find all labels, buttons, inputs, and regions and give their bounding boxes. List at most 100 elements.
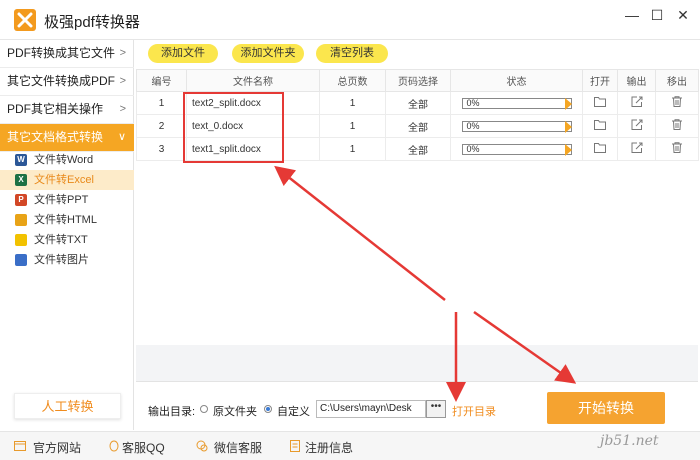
subitem-label: 文件转图片	[34, 254, 89, 266]
row-pages: 1	[319, 114, 386, 138]
radio-custom[interactable]	[264, 405, 272, 413]
column-header-page-range: 页码选择	[385, 69, 451, 92]
manual-convert-button[interactable]: 人工转换	[14, 393, 121, 419]
remove-cell[interactable]	[655, 91, 699, 115]
output-dir-label: 输出目录:	[148, 406, 196, 418]
progress-label: 0%	[466, 120, 480, 131]
row-number: 3	[136, 137, 187, 161]
subitem-label: 文件转PPT	[34, 194, 89, 206]
subitem-label: 文件转HTML	[34, 214, 97, 226]
title-bar: 极强pdf转换器 — ☐ ✕	[0, 0, 700, 40]
column-header-open: 打开	[582, 69, 618, 92]
sidebar: PDF转换成其它文件 > 其它文件转换成PDF > PDF其它相关操作 > 其它…	[0, 40, 134, 430]
subitem-to-word[interactable]: W 文件转Word	[0, 150, 134, 170]
browse-button[interactable]: •••	[426, 400, 446, 418]
column-header-output: 输出	[617, 69, 656, 92]
remove-cell[interactable]	[655, 137, 699, 161]
sidebar-item-label: 其它文档格式转换	[7, 130, 104, 144]
add-folder-button[interactable]: 添加文件夹	[232, 44, 304, 63]
output-settings-bar: 输出目录: 原文件夹 自定义 C:\Users\mayn\Desk ••• 打开…	[136, 381, 698, 431]
register-icon	[290, 440, 300, 452]
open-cell[interactable]	[582, 91, 618, 115]
remove-cell[interactable]	[655, 114, 699, 138]
maximize-button[interactable]: ☐	[646, 6, 668, 24]
row-page-range[interactable]: 全部	[385, 91, 451, 115]
trash-icon[interactable]	[671, 119, 683, 130]
row-number: 2	[136, 114, 187, 138]
subitem-label: 文件转Excel	[34, 174, 94, 186]
filename-highlight-box	[183, 92, 284, 163]
row-page-range[interactable]: 全部	[385, 137, 451, 161]
row-status: 0%	[450, 137, 583, 161]
footer-register-info[interactable]: 注册信息	[305, 439, 353, 456]
subitem-label: 文件转TXT	[34, 234, 88, 246]
row-status: 0%	[450, 114, 583, 138]
output-cell[interactable]	[617, 91, 656, 115]
footer-bar: 官方网站 客服QQ 微信客服 注册信息	[0, 431, 700, 460]
column-header-filename: 文件名称	[186, 69, 320, 92]
chevron-right-icon: >	[119, 47, 126, 59]
radio-custom-label[interactable]: 自定义	[277, 403, 310, 419]
column-header-remove: 移出	[655, 69, 699, 92]
sidebar-item-pdf-to-other[interactable]: PDF转换成其它文件 >	[0, 40, 134, 68]
output-cell[interactable]	[617, 114, 656, 138]
arrow-to-filenames	[274, 165, 446, 301]
output-path-field[interactable]: C:\Users\mayn\Desk	[316, 400, 426, 418]
folder-icon[interactable]	[594, 96, 606, 107]
subitem-to-ppt[interactable]: P 文件转PPT	[0, 190, 134, 210]
export-icon[interactable]	[631, 96, 643, 107]
wechat-icon	[196, 440, 208, 452]
footer-wechat-support[interactable]: 微信客服	[214, 439, 262, 456]
trash-icon[interactable]	[671, 142, 683, 153]
row-number: 1	[136, 91, 187, 115]
progress-bar: 0%	[461, 120, 572, 133]
play-triangle-icon	[564, 143, 572, 156]
image-icon	[15, 254, 27, 266]
open-cell[interactable]	[582, 137, 618, 161]
output-cell[interactable]	[617, 137, 656, 161]
radio-source-folder-label[interactable]: 原文件夹	[213, 403, 257, 419]
table-header-row: 编号 文件名称 总页数 页码选择 状态 打开 输出 移出	[136, 69, 699, 92]
excel-icon: X	[15, 174, 27, 186]
open-cell[interactable]	[582, 114, 618, 138]
row-status: 0%	[450, 91, 583, 115]
play-triangle-icon	[564, 120, 572, 133]
sidebar-item-label: PDF其它相关操作	[7, 102, 104, 116]
folder-icon[interactable]	[594, 142, 606, 153]
folder-icon[interactable]	[594, 119, 606, 130]
sidebar-item-pdf-operations[interactable]: PDF其它相关操作 >	[0, 96, 134, 124]
clear-list-button[interactable]: 清空列表	[316, 44, 388, 63]
export-icon[interactable]	[631, 142, 643, 153]
play-triangle-icon	[564, 97, 572, 110]
chevron-down-icon: ∨	[117, 131, 126, 143]
start-convert-button[interactable]: 开始转换	[547, 392, 665, 424]
progress-bar: 0%	[461, 143, 572, 156]
subitem-to-html[interactable]: 文件转HTML	[0, 210, 134, 230]
footer-qq-support[interactable]: 客服QQ	[122, 439, 165, 456]
subitem-label: 文件转Word	[34, 154, 94, 166]
subitem-to-excel[interactable]: X 文件转Excel	[0, 170, 134, 190]
txt-icon	[15, 234, 27, 246]
file-list-empty-area	[136, 345, 698, 381]
sidebar-item-other-formats[interactable]: 其它文档格式转换 ∨	[0, 124, 134, 152]
qq-icon	[109, 440, 119, 452]
column-header-status: 状态	[450, 69, 583, 92]
chevron-right-icon: >	[119, 103, 126, 115]
row-page-range[interactable]: 全部	[385, 114, 451, 138]
ppt-icon: P	[15, 194, 27, 206]
sidebar-item-other-to-pdf[interactable]: 其它文件转换成PDF >	[0, 68, 134, 96]
minimize-button[interactable]: —	[621, 6, 643, 24]
add-file-button[interactable]: 添加文件	[148, 44, 218, 63]
sidebar-item-label: 其它文件转换成PDF	[7, 74, 116, 88]
column-header-pages: 总页数	[319, 69, 386, 92]
open-directory-link[interactable]: 打开目录	[452, 403, 496, 419]
subitem-to-txt[interactable]: 文件转TXT	[0, 230, 134, 250]
watermark: jb51.net	[600, 433, 659, 449]
trash-icon[interactable]	[671, 96, 683, 107]
close-button[interactable]: ✕	[672, 6, 694, 24]
sidebar-item-label: PDF转换成其它文件	[7, 46, 116, 60]
subitem-to-image[interactable]: 文件转图片	[0, 250, 134, 270]
radio-source-folder[interactable]	[200, 405, 208, 413]
footer-official-site[interactable]: 官方网站	[33, 439, 81, 456]
export-icon[interactable]	[631, 119, 643, 130]
